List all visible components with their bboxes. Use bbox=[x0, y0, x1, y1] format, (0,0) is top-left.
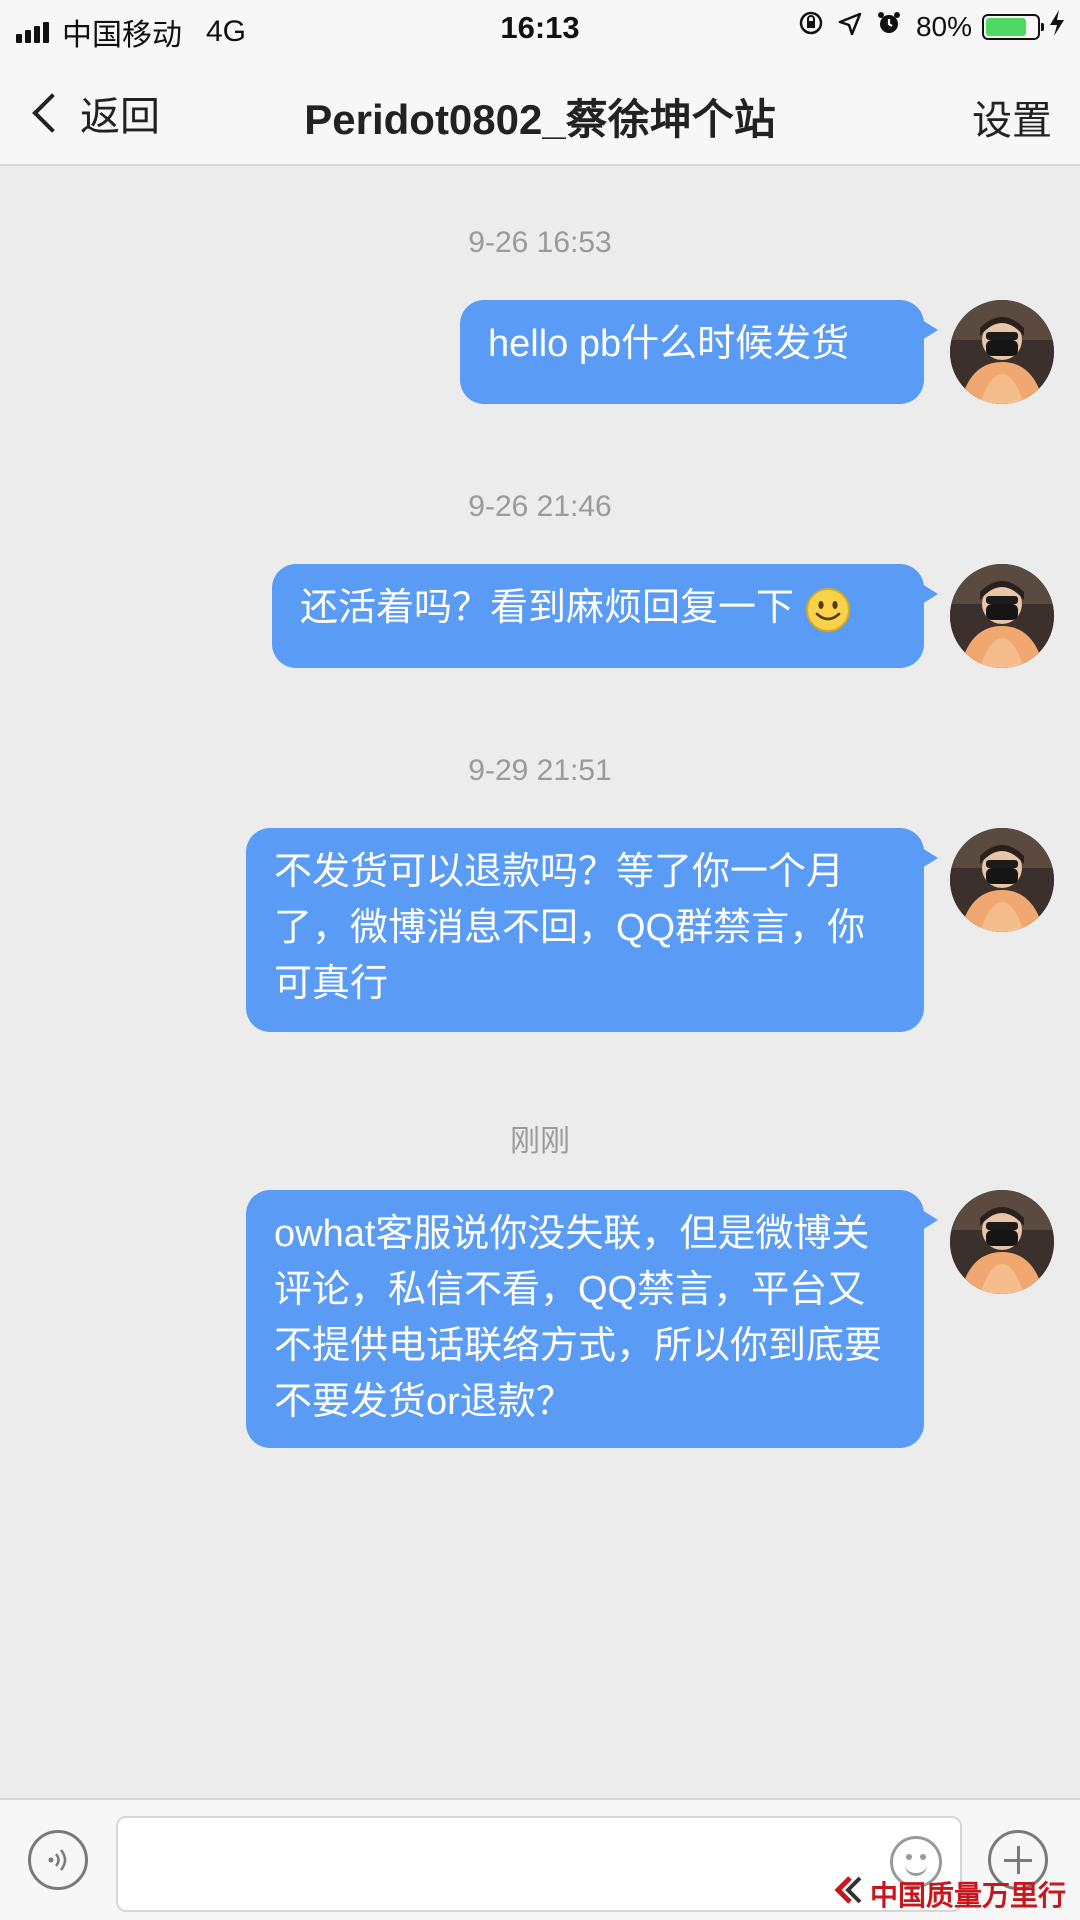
watermark-logo: 中国质量万里行 bbox=[834, 1874, 1066, 1914]
charging-bolt-icon bbox=[1048, 9, 1066, 44]
message-timestamp: 9-29 21:51 bbox=[468, 754, 612, 787]
avatar[interactable] bbox=[950, 300, 1054, 404]
message-text: hello pb什么时候发货 bbox=[488, 323, 850, 365]
message-bubble[interactable]: 不发货可以退款吗？等了你一个月了，微博消息不回，QQ群禁言，你可真行 bbox=[246, 828, 938, 1032]
rotation-lock-icon bbox=[798, 10, 824, 43]
voice-input-icon[interactable] bbox=[28, 1830, 88, 1890]
settings-button[interactable]: 设置 bbox=[972, 88, 1052, 146]
battery-icon bbox=[982, 13, 1044, 40]
message-bubble[interactable]: hello pb什么时候发货 bbox=[460, 300, 938, 404]
avatar[interactable] bbox=[950, 564, 1054, 668]
message-timestamp: 9-26 21:46 bbox=[468, 490, 612, 523]
message-timestamp: 刚刚 bbox=[510, 1125, 570, 1158]
avatar[interactable] bbox=[950, 828, 1054, 932]
page-title: Peridot0802_蔡徐坤个站 bbox=[304, 96, 776, 143]
status-right: 80% bbox=[784, 9, 1066, 44]
watermark-text: 中国质量万里行 bbox=[869, 1879, 1066, 1912]
message-bubble[interactable]: 还活着吗？看到麻烦回复一下 bbox=[272, 564, 938, 668]
battery-fill bbox=[986, 17, 1026, 36]
status-bar: 中国移动 4G 16:13 80% bbox=[0, 0, 1080, 54]
message-text: 不发货可以退款吗？等了你一个月了，微博消息不回，QQ群禁言，你可真行 bbox=[274, 851, 866, 1005]
message-text: owhat客服说你没失联，但是微博关评论，私信不看，QQ禁言，平台又不提供电话联… bbox=[274, 1213, 883, 1423]
message-bubble[interactable]: owhat客服说你没失联，但是微博关评论，私信不看，QQ禁言，平台又不提供电话联… bbox=[246, 1190, 938, 1448]
message-timestamp: 9-26 16:53 bbox=[468, 226, 612, 259]
location-icon bbox=[838, 11, 862, 43]
message-text: 还活着吗？看到麻烦回复一下 bbox=[300, 587, 795, 629]
alarm-icon bbox=[876, 10, 902, 43]
smiley-emoji-icon bbox=[805, 587, 851, 633]
battery-percent: 80% bbox=[915, 10, 972, 42]
chat-area[interactable]: 9-26 16:53 hello pb什么时候发货 9-26 21:46 还活着… bbox=[0, 166, 1080, 1798]
avatar[interactable] bbox=[950, 1190, 1054, 1294]
nav-bar: 返回 Peridot0802_蔡徐坤个站 设置 bbox=[0, 54, 1080, 166]
watermark-chevron-icon bbox=[834, 1876, 864, 1912]
